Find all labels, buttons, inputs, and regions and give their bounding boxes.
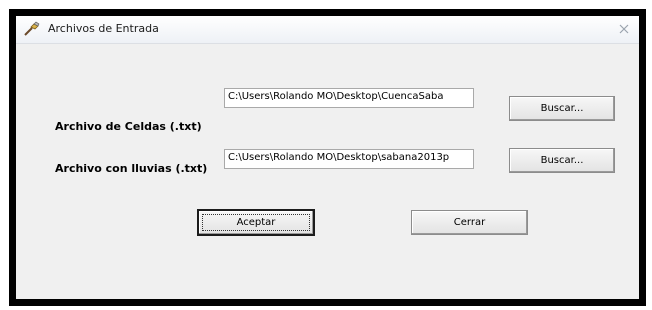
frame-border-bottom (9, 299, 646, 306)
frame-border-right (639, 9, 646, 306)
screenshot-frame: Archivos de Entrada Archivo de Celdas (.… (0, 0, 652, 310)
title-bar[interactable]: Archivos de Entrada (16, 16, 639, 44)
rain-file-label: Archivo con lluvias (.txt) (55, 162, 208, 175)
frame-border-top (9, 9, 643, 16)
cells-file-label: Archivo de Celdas (.txt) (55, 120, 202, 133)
app-tool-icon (23, 21, 41, 37)
accept-button[interactable]: Aceptar (197, 209, 315, 236)
rain-browse-button[interactable]: Buscar... (509, 148, 615, 173)
rain-file-field[interactable]: C:\Users\Rolando MO\Desktop\sabana2013p (224, 149, 474, 169)
close-icon[interactable] (617, 22, 631, 36)
frame-border-left (9, 9, 16, 306)
window-title: Archivos de Entrada (48, 22, 159, 35)
dialog-window: Archivos de Entrada Archivo de Celdas (.… (16, 16, 639, 299)
close-button[interactable]: Cerrar (411, 210, 528, 235)
cells-file-field[interactable]: C:\Users\Rolando MO\Desktop\CuencaSaba (224, 88, 474, 108)
focus-ring (202, 214, 310, 231)
cells-browse-button[interactable]: Buscar... (509, 96, 615, 121)
